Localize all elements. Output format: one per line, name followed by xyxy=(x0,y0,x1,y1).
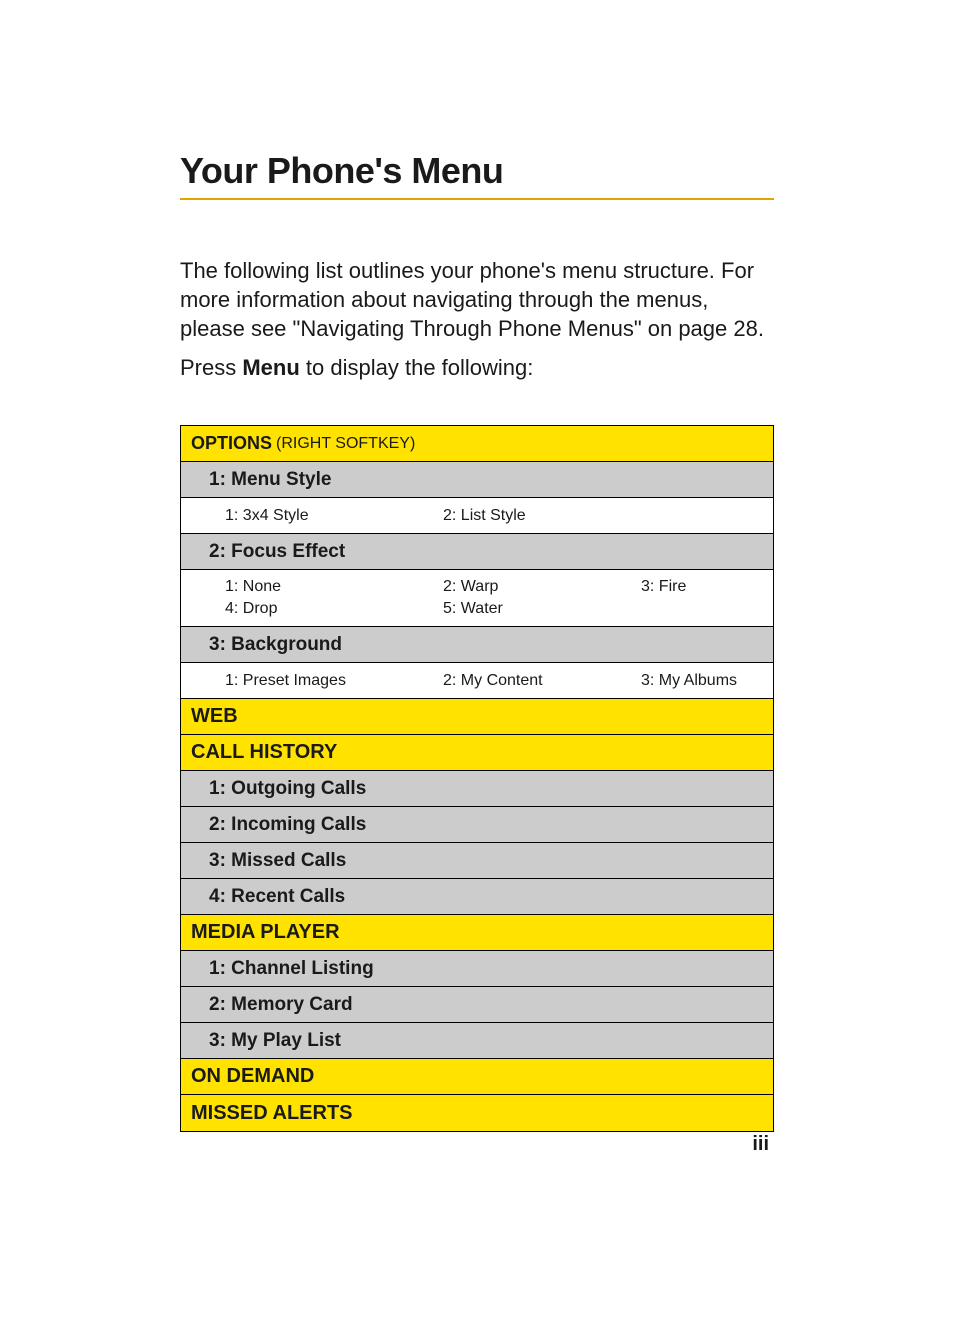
option-cell: 2: Warp xyxy=(443,576,633,598)
option-cell xyxy=(641,505,811,527)
call-history-item: 2: Incoming Calls xyxy=(181,807,773,843)
option-cell: 3: My Albums xyxy=(641,670,811,692)
menu-style-cols: 1: 3x4 Style 2: List Style xyxy=(191,505,797,527)
background-options: 1: Preset Images 2: My Content 3: My Alb… xyxy=(181,663,773,699)
focus-effect-options: 1: None 2: Warp 3: Fire 4: Drop 5: Water xyxy=(181,570,773,627)
background-header: 3: Background xyxy=(181,627,773,663)
intro-paragraph: The following list outlines your phone's… xyxy=(180,256,774,343)
options-header-row: OPTIONS (RIGHT SOFTKEY) xyxy=(181,426,773,462)
option-cell: 2: My Content xyxy=(443,670,633,692)
option-cell: 1: Preset Images xyxy=(225,670,435,692)
option-cell: 4: Drop xyxy=(225,598,435,620)
focus-effect-cols: 1: None 2: Warp 3: Fire 4: Drop 5: Water xyxy=(191,576,797,620)
menu-style-header: 1: Menu Style xyxy=(181,462,773,498)
background-cols: 1: Preset Images 2: My Content 3: My Alb… xyxy=(191,670,797,692)
title-rule xyxy=(180,198,774,200)
document-page: Your Phone's Menu The following list out… xyxy=(0,0,954,1336)
option-cell: 2: List Style xyxy=(443,505,633,527)
options-header-label: OPTIONS xyxy=(191,433,272,454)
menu-style-options: 1: 3x4 Style 2: List Style xyxy=(181,498,773,534)
page-number: iii xyxy=(752,1133,769,1156)
option-cell: 3: Fire xyxy=(641,576,811,598)
call-history-item: 1: Outgoing Calls xyxy=(181,771,773,807)
media-player-item: 2: Memory Card xyxy=(181,987,773,1023)
press-instruction: Press Menu to display the following: xyxy=(180,355,774,381)
media-player-header: MEDIA PLAYER xyxy=(181,915,773,951)
web-header: WEB xyxy=(181,699,773,735)
intro-text: The following list outlines your phone's… xyxy=(180,256,774,343)
call-history-item: 4: Recent Calls xyxy=(181,879,773,915)
press-prefix: Press xyxy=(180,355,242,380)
option-cell: 1: 3x4 Style xyxy=(225,505,435,527)
media-player-item: 1: Channel Listing xyxy=(181,951,773,987)
press-bold: Menu xyxy=(242,355,299,380)
option-cell: 1: None xyxy=(225,576,435,598)
menu-table: OPTIONS (RIGHT SOFTKEY) 1: Menu Style 1:… xyxy=(180,425,774,1132)
focus-effect-header: 2: Focus Effect xyxy=(181,534,773,570)
option-cell xyxy=(641,598,811,620)
page-title: Your Phone's Menu xyxy=(180,150,774,192)
options-header-suffix: (RIGHT SOFTKEY) xyxy=(276,435,415,453)
missed-alerts-header: MISSED ALERTS xyxy=(181,1095,773,1131)
press-suffix: to display the following: xyxy=(300,355,534,380)
call-history-header: CALL HISTORY xyxy=(181,735,773,771)
option-cell: 5: Water xyxy=(443,598,633,620)
call-history-item: 3: Missed Calls xyxy=(181,843,773,879)
on-demand-header: ON DEMAND xyxy=(181,1059,773,1095)
media-player-item: 3: My Play List xyxy=(181,1023,773,1059)
